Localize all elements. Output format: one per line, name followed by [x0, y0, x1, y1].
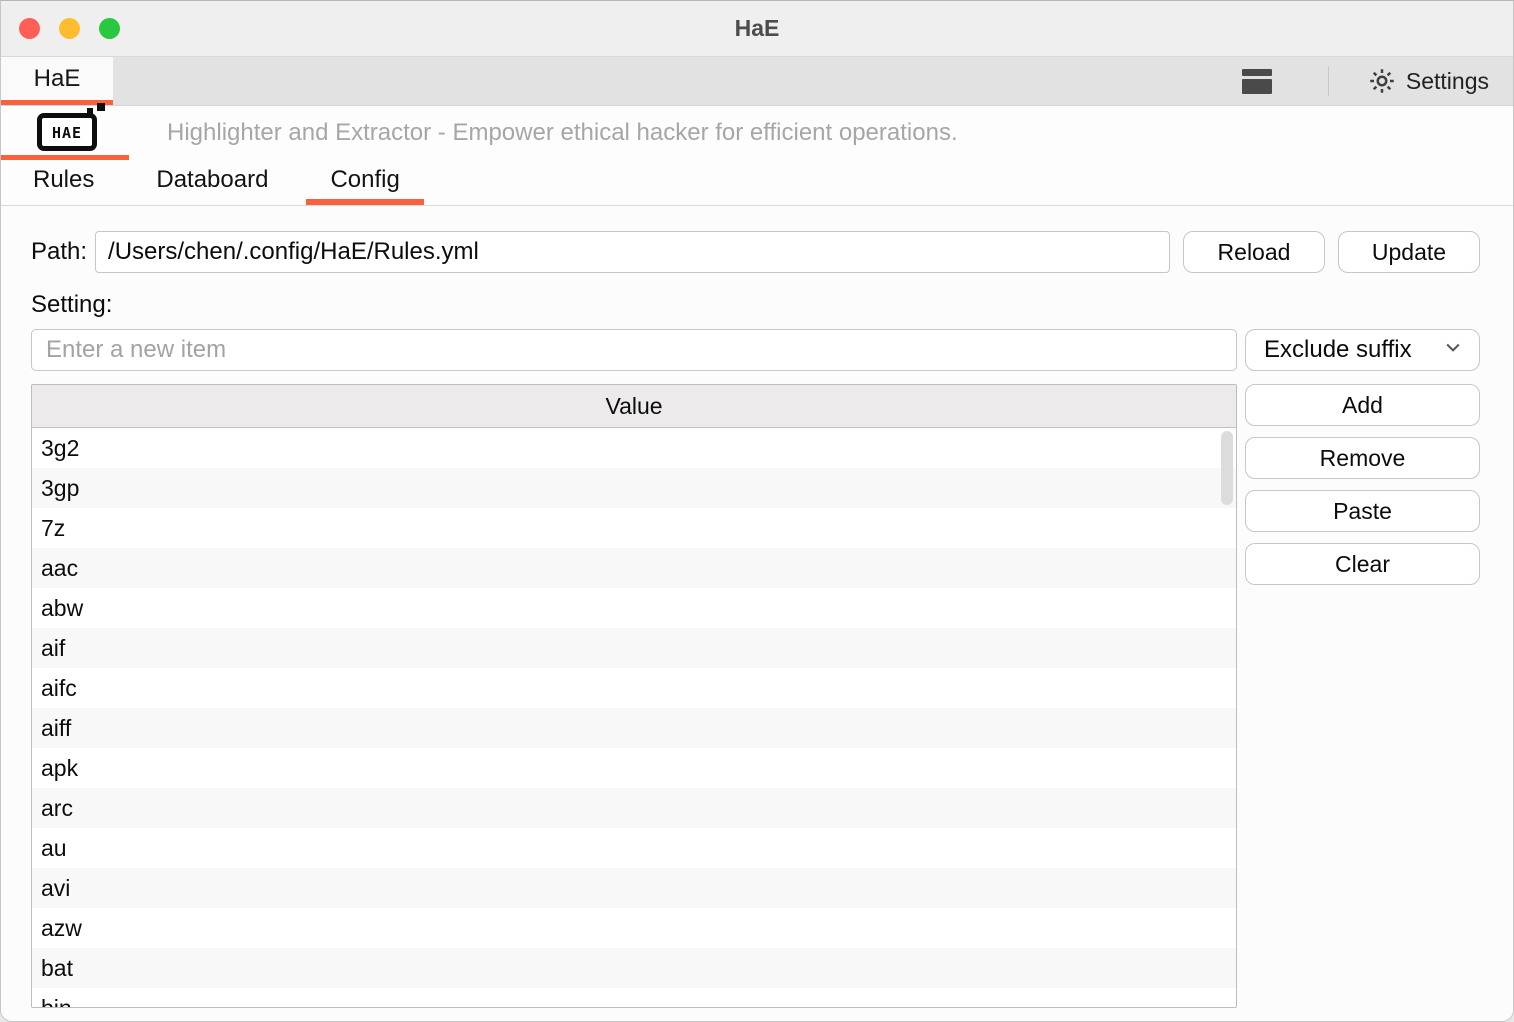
value-table-body: 3g23gp7zaacabwaifaifcaiffapkarcauaviazwb… [32, 428, 1236, 1008]
new-item-row: Exclude suffix [31, 329, 1480, 371]
hae-logo-text: HAE [52, 124, 82, 142]
add-button[interactable]: Add [1245, 384, 1480, 426]
logo-pixel-decoration [97, 103, 105, 111]
table-row[interactable]: aif [32, 628, 1236, 668]
table-row[interactable]: 3gp [32, 468, 1236, 508]
table-row[interactable]: aiff [32, 708, 1236, 748]
clear-button[interactable]: Clear [1245, 543, 1480, 585]
vertical-scrollbar-thumb[interactable] [1221, 431, 1233, 505]
divider [1328, 66, 1329, 96]
table-row[interactable]: abw [32, 588, 1236, 628]
tab-databoard[interactable]: Databoard [132, 160, 292, 205]
setting-label: Setting: [31, 291, 1480, 319]
action-buttons: Add Remove Paste Clear [1245, 384, 1480, 596]
remove-button[interactable]: Remove [1245, 437, 1480, 479]
category-select[interactable]: Exclude suffix [1245, 329, 1480, 371]
logo-pixel-decoration [87, 108, 93, 114]
window-title: HaE [1, 15, 1513, 42]
table-row[interactable]: bin [32, 988, 1236, 1008]
paste-button[interactable]: Paste [1245, 490, 1480, 532]
category-select-value: Exclude suffix [1264, 336, 1412, 364]
value-column-header[interactable]: Value [32, 385, 1236, 428]
tab-config[interactable]: Config [306, 160, 423, 205]
table-row[interactable]: apk [32, 748, 1236, 788]
strip-right-controls: Settings [1242, 57, 1513, 105]
settings-label: Settings [1406, 68, 1489, 95]
update-button[interactable]: Update [1338, 231, 1480, 273]
value-table: Value 3g23gp7zaacabwaifaifcaiffapkarcaua… [31, 384, 1237, 1008]
layout-panel-icon[interactable] [1242, 69, 1272, 94]
tagline: Highlighter and Extractor - Empower ethi… [167, 119, 958, 147]
banner: HAE Highlighter and Extractor - Empower … [1, 106, 1513, 160]
path-row: Path: Reload Update [31, 231, 1480, 273]
path-input[interactable] [95, 231, 1170, 273]
plugin-tab-strip: HaE Settings [1, 57, 1513, 106]
tab-rules[interactable]: Rules [9, 160, 118, 205]
hae-window: HaE HaE Settings HAE [0, 0, 1514, 1022]
table-row[interactable]: 7z [32, 508, 1236, 548]
table-row[interactable]: arc [32, 788, 1236, 828]
chevron-down-icon [1443, 336, 1463, 364]
table-row[interactable]: avi [32, 868, 1236, 908]
new-item-input[interactable] [31, 329, 1237, 371]
config-panel: Path: Reload Update Setting: Exclude suf… [1, 206, 1513, 1021]
titlebar: HaE [1, 1, 1513, 57]
table-row[interactable]: bat [32, 948, 1236, 988]
settings-button[interactable]: Settings [1367, 66, 1489, 96]
table-row[interactable]: aac [32, 548, 1236, 588]
tab-hae[interactable]: HaE [1, 57, 113, 105]
table-row[interactable]: azw [32, 908, 1236, 948]
hae-logo: HAE [37, 113, 101, 153]
section-tabs: Rules Databoard Config [1, 160, 1513, 206]
gear-icon [1367, 66, 1397, 96]
path-label: Path: [31, 238, 87, 266]
reload-button[interactable]: Reload [1183, 231, 1325, 273]
table-row[interactable]: aifc [32, 668, 1236, 708]
setting-main-row: Value 3g23gp7zaacabwaifaifcaiffapkarcaua… [31, 384, 1480, 1008]
table-row[interactable]: au [32, 828, 1236, 868]
banner-accent-underline [1, 155, 129, 160]
table-row[interactable]: 3g2 [32, 428, 1236, 468]
